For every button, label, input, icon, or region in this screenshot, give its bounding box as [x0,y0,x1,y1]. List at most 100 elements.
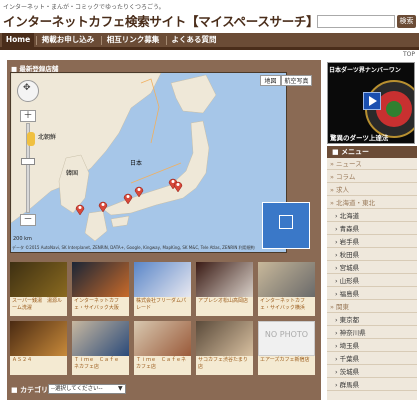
menu-item-label: 北海道 [339,212,360,220]
menu-item-label: 関東 [336,303,350,311]
store-photo[interactable] [196,262,253,297]
site-search-input[interactable] [317,15,395,28]
store-thumbnail[interactable]: 株式会社フリーダムパレード [134,262,191,316]
menu-category[interactable]: » 求人 [327,184,417,196]
menu-item-label: 青森県 [339,225,360,233]
site-title[interactable]: インターネットカフェ検索サイト【マイスペースサーチ】 [3,11,319,30]
store-name-link[interactable]: ＡＳ２４ [10,356,67,365]
store-photo[interactable] [10,262,67,297]
menu-item-label: 山形県 [339,277,360,285]
play-icon[interactable] [363,92,381,110]
menu-prefecture-link[interactable]: › 山形県 [327,275,417,287]
menu-prefecture-link[interactable]: › 宮城県 [327,262,417,274]
menu-prefecture-link[interactable]: › 茨城県 [327,366,417,378]
nav-divider [101,36,102,45]
satellite-inset-viewport [279,215,293,229]
nav-faq[interactable]: よくある質問 [168,33,220,47]
menu-item-label: 求人 [336,186,350,194]
menu-item-label: 北海道・東北 [336,199,376,207]
store-name-link[interactable]: エアーズカフェ新宿店 [258,356,315,365]
menu-category[interactable]: » 北海道・東北 [327,197,417,209]
map-type-map-button[interactable]: 地図 [260,75,281,86]
store-name-link[interactable]: Ｔｉｍｅ Ｃａｆｅ ネカフェ店 [72,356,129,371]
menu-category[interactable]: » ニュース [327,158,417,170]
chevron-down-icon: ▼ [118,385,123,392]
category-select[interactable]: --選択してください-- [48,384,126,394]
store-thumbnail[interactable]: Ｔｉｍｅ Ｃａｆｅネカフェ店 [134,321,191,375]
menu-item-label: 群馬県 [339,381,360,389]
map-pin-icon[interactable] [173,180,183,192]
map-label-south-korea: 韓国 [66,170,79,177]
store-photo[interactable] [72,262,129,297]
store-thumbnail[interactable]: スーパー銭湯 湯源ルーム洗濯 [10,262,67,316]
banner-bottom-text: 驚異のダーツ上達法 [330,134,389,142]
menu-category[interactable]: » 関東 [327,301,417,313]
no-photo-placeholder: NO PHOTO [264,330,309,339]
play-triangle [369,96,377,106]
menu-prefecture-link[interactable]: › 東京都 [327,314,417,326]
menu-prefecture-link[interactable]: › 神奈川県 [327,327,417,339]
menu-item-label: 福島県 [339,290,360,298]
store-map[interactable] [10,72,287,253]
map-pin-icon[interactable] [123,192,133,204]
store-photo[interactable]: NO PHOTO [258,321,315,356]
banner-top-text: 日本ダーツ界ナンバーワン [329,67,401,74]
menu-prefecture-link[interactable]: › 千葉県 [327,353,417,365]
menu-prefecture-link[interactable]: › 青森県 [327,223,417,235]
map-pin-icon[interactable] [134,185,144,197]
search-button[interactable]: 検索 [397,15,416,28]
street-view-pegman-icon[interactable] [27,132,35,146]
store-photo[interactable] [10,321,67,356]
menu-item-label: 東京都 [339,316,360,324]
map-type-satellite-button[interactable]: 航空写真 [281,75,312,86]
nav-divider [36,36,37,45]
site-tagline: インターネット・まんが・コミックでゆったりくつろごう。 [3,4,165,11]
map-label-north-korea: 北朝鮮 [38,134,57,141]
menu-prefecture-link[interactable]: › 岩手県 [327,236,417,248]
map-zoom-handle[interactable] [21,158,35,165]
nav-home[interactable]: Home [2,33,34,47]
map-copyright: データ ©2015 AutoNavi, SK Interplanet, ZENR… [12,245,255,250]
nav-apply[interactable]: 掲載お申し込み [38,33,98,47]
map-graphic [11,73,217,242]
satellite-inset-map[interactable] [262,202,310,249]
menu-prefecture-link[interactable]: › 埼玉県 [327,340,417,352]
map-pin-icon[interactable] [98,200,108,212]
store-thumbnail[interactable]: NO PHOTO エアーズカフェ新宿店 [258,321,315,375]
store-thumbnail[interactable]: Ｔｉｍｅ Ｃａｆｅ ネカフェ店 [72,321,129,375]
menu-item-label: 千葉県 [339,355,360,363]
store-photo[interactable] [72,321,129,356]
store-photo[interactable] [258,262,315,297]
store-photo[interactable] [134,262,191,297]
menu-category[interactable]: » コラム [327,171,417,183]
menu-prefecture-link[interactable]: › 北海道 [327,210,417,222]
store-name-link[interactable]: インターネットカフェ・サイバック大阪 [72,297,129,312]
store-name-link[interactable]: インターネットカフェ・サイバック横浜 [258,297,315,312]
map-label-japan: 日本 [130,160,143,167]
menu-item-label: 岩手県 [339,238,360,246]
store-name-link[interactable]: 株式会社フリーダムパレード [134,297,191,312]
menu-prefecture-link[interactable]: › 福島県 [327,288,417,300]
map-pin-icon[interactable] [75,203,85,215]
map-zoom-out-button[interactable]: － [20,214,36,226]
store-name-link[interactable]: Ｔｉｍｅ Ｃａｆｅネカフェ店 [134,356,191,371]
store-thumbnail[interactable]: インターネットカフェ・サイバック横浜 [258,262,315,316]
menu-item-label: ニュース [336,160,362,168]
store-photo[interactable] [134,321,191,356]
store-thumbnail[interactable]: インターネットカフェ・サイバック大阪 [72,262,129,316]
store-thumbnail[interactable]: アプレシオ松山高岡店 [196,262,253,316]
store-name-link[interactable]: アプレシオ松山高岡店 [196,297,253,306]
category-select-value: --選択してください-- [51,386,103,392]
map-zoom-in-button[interactable]: ＋ [20,110,36,122]
menu-prefecture-link[interactable]: › 秋田県 [327,249,417,261]
store-photo[interactable] [196,321,253,356]
store-name-link[interactable]: サコカフェ渋谷たまり店 [196,356,253,371]
top-link[interactable]: TOP [403,51,415,58]
store-name-link[interactable]: スーパー銭湯 湯源ルーム洗濯 [10,297,67,312]
nav-link-exchange[interactable]: 相互リンク募集 [103,33,163,47]
menu-prefecture-link[interactable]: › 群馬県 [327,379,417,391]
map-scale: 200 km [13,236,32,242]
menu-item-label: 茨城県 [339,368,360,376]
store-thumbnail[interactable]: ＡＳ２４ [10,321,67,375]
store-thumbnail[interactable]: サコカフェ渋谷たまり店 [196,321,253,375]
